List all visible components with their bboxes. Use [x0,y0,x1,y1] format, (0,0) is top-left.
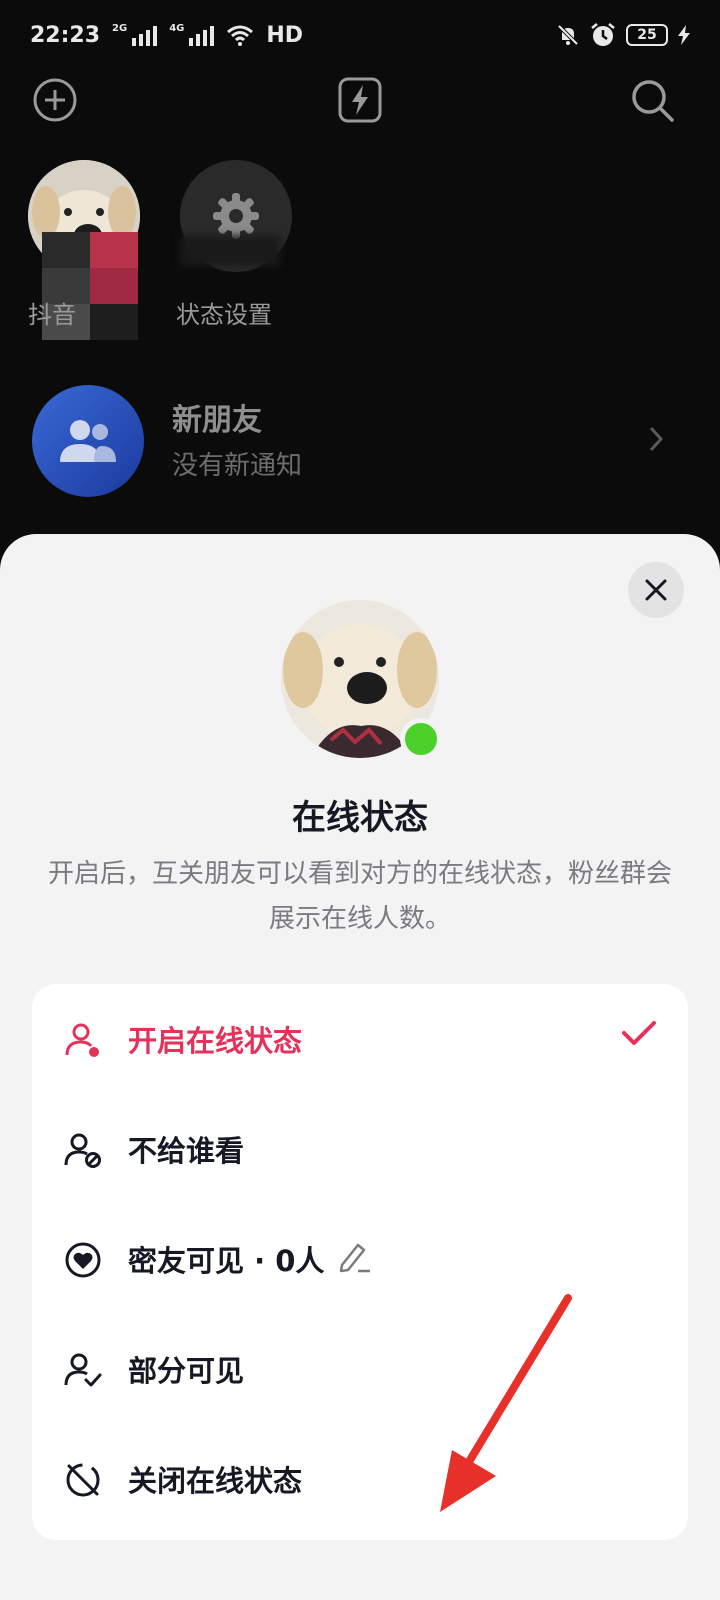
friends-avatar [32,385,144,497]
option-label: 不给谁看 [128,1134,245,1168]
close-icon [645,579,667,601]
close-button[interactable] [628,562,684,618]
user-check-icon [64,1353,102,1387]
story-label-settings: 状态设置 [176,301,272,329]
new-friends-row[interactable]: 新朋友 没有新通知 [0,385,720,497]
charging-icon [678,25,690,45]
option-hide-from[interactable]: 不给谁看 [32,1094,688,1204]
hd-indicator: HD [266,22,304,48]
check-icon [622,1021,656,1045]
add-button[interactable] [27,72,83,128]
plus-circle-icon [33,78,77,122]
clock: 22:23 [30,22,101,48]
online-indicator [400,718,442,760]
option-label: 开启在线状态 [128,1024,303,1058]
lightning-icon [338,77,382,123]
gear-icon [213,193,259,239]
chevron-right-icon [649,426,664,452]
annotation-arrow-icon [440,1294,572,1512]
alarm-icon [591,23,615,46]
top-bar [0,72,720,128]
battery-indicator: 25 [626,24,668,46]
search-icon [632,80,674,122]
online-status-sheet: 在线状态 开启后，互关朋友可以看到对方的在线状态，粉丝群会展示在线人数。 开启在… [0,534,720,1600]
mute-bell-icon [557,24,579,46]
wifi-icon [227,25,254,46]
new-friends-subtitle: 没有新通知 [172,451,303,481]
status-bar: 22:23 2G 4G HD 25 [0,0,720,70]
privacy-blur [180,236,280,266]
people-icon [60,420,116,462]
sheet-description: 开启后，互关朋友可以看到对方的在线状态，粉丝群会展示在线人数。 [47,859,672,934]
option-label: 部分可见 [128,1354,245,1388]
signal-2g-icon: 2G [112,24,158,46]
story-label-me: 抖音 [28,301,76,329]
offline-icon [66,1463,100,1497]
option-online[interactable]: 开启在线状态 [32,984,688,1094]
option-label: 关闭在线状态 [128,1464,303,1498]
sheet-title: 在线状态 [292,798,428,838]
user-online-icon [65,1023,99,1057]
edit-icon[interactable] [338,1241,372,1273]
flash-button[interactable] [332,72,388,128]
new-friends-title: 新朋友 [172,403,262,438]
user-block-icon [64,1133,101,1168]
signal-4g-icon: 4G [169,24,215,46]
search-button[interactable] [624,72,680,128]
option-label: 密友可见 · 0人 [128,1244,325,1278]
heart-circle-icon [65,1242,101,1278]
